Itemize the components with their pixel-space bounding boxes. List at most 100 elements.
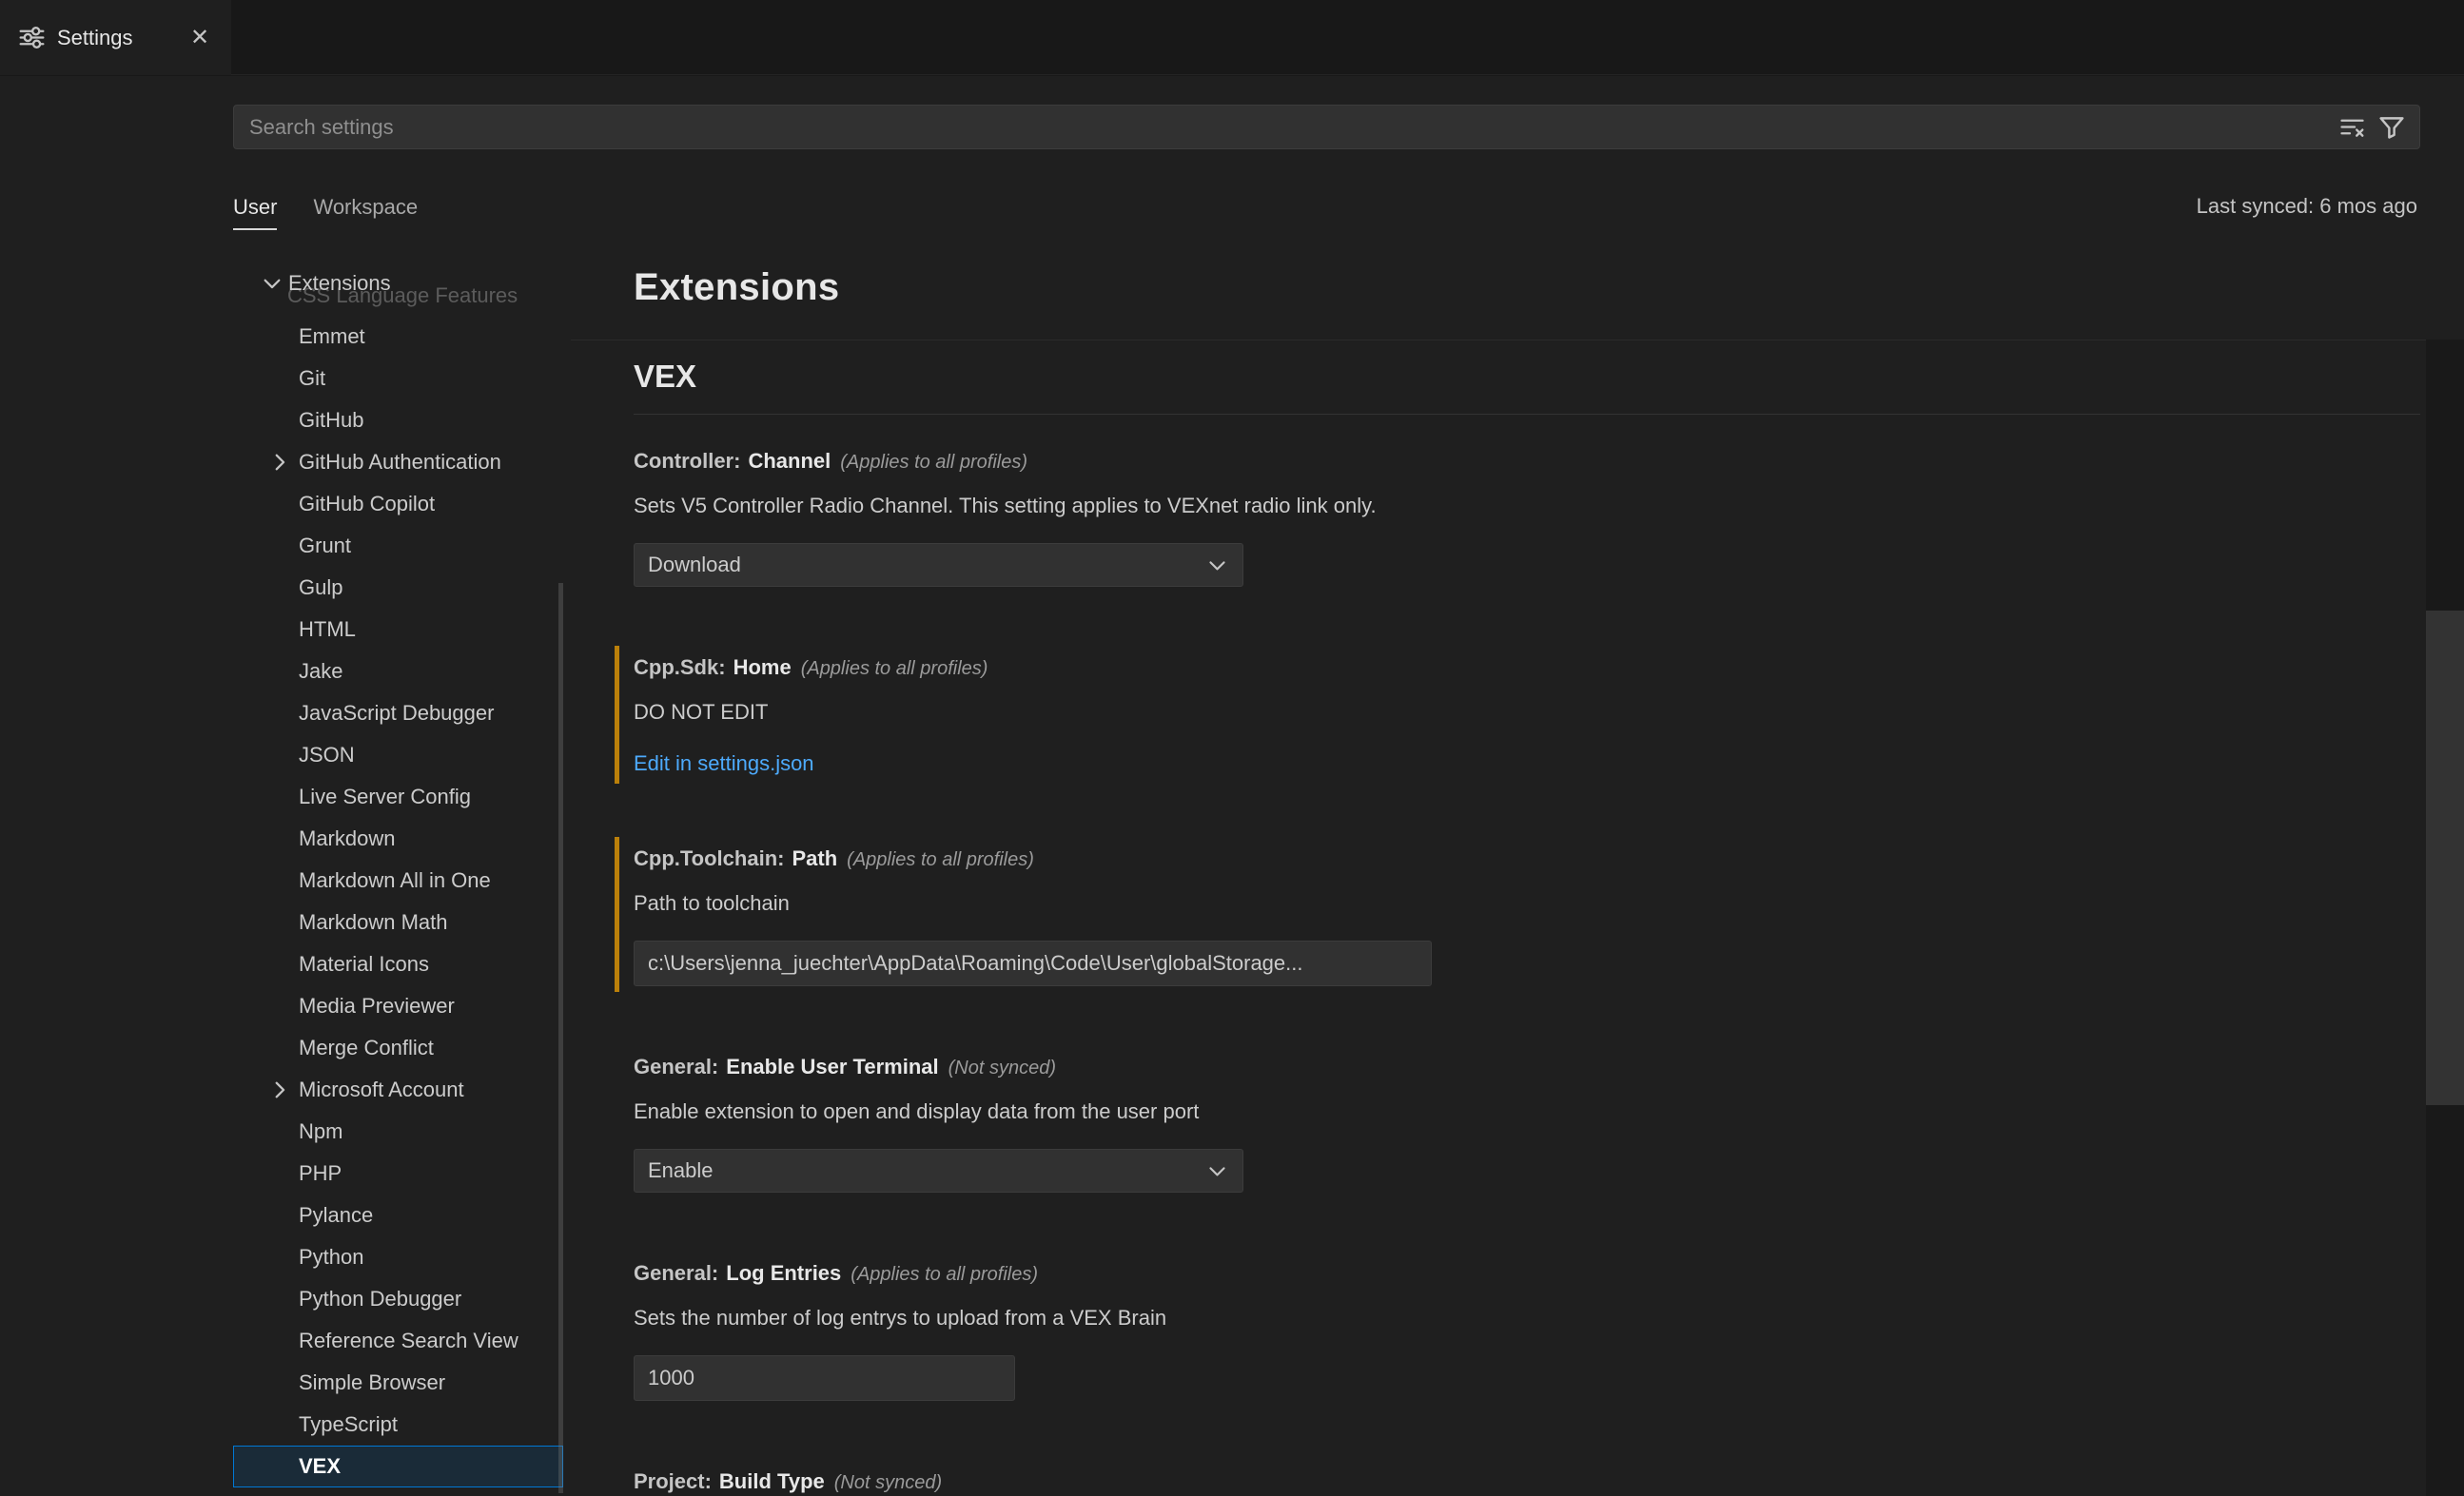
toc-item-label: JavaScript Debugger xyxy=(299,701,494,726)
toc-item-merge-conflict[interactable]: Merge Conflict xyxy=(233,1027,563,1069)
clear-filters-icon[interactable] xyxy=(2334,109,2370,146)
toc-item-label: GitHub Copilot xyxy=(299,492,435,516)
toc-scrollbar[interactable] xyxy=(558,583,563,1493)
last-synced-label: Last synced: 6 mos ago xyxy=(2197,183,2417,230)
toc-item-jake[interactable]: Jake xyxy=(233,651,563,692)
setting-dropdown[interactable]: Enable xyxy=(634,1149,1243,1193)
tab-settings[interactable]: Settings ✕ xyxy=(0,0,231,75)
toc-item-pylance[interactable]: Pylance xyxy=(233,1195,563,1236)
setting-text-input[interactable] xyxy=(634,941,1432,986)
toc-item-vex[interactable]: VEX xyxy=(233,1446,563,1487)
toc-item-label: Gulp xyxy=(299,575,342,600)
tab-user[interactable]: User xyxy=(233,183,277,230)
toc-item-emmet[interactable]: Emmet xyxy=(233,316,563,358)
setting-key: Enable User Terminal xyxy=(726,1055,938,1078)
setting-entry: General: Enable User Terminal (Not synced)… xyxy=(634,1053,2420,1193)
toc-item-label: Material Icons xyxy=(299,952,429,977)
setting-entry: Cpp.Toolchain:Path(Applies to all profil… xyxy=(634,845,2420,986)
setting-key: Home xyxy=(733,655,792,679)
page-title: Extensions xyxy=(634,266,839,309)
toc-item-media-previewer[interactable]: Media Previewer xyxy=(233,985,563,1027)
toc-item-npm[interactable]: Npm xyxy=(233,1111,563,1153)
toc-item-label: PHP xyxy=(299,1161,342,1186)
toc-item-gulp[interactable]: Gulp xyxy=(233,567,563,609)
close-icon[interactable]: ✕ xyxy=(184,22,216,54)
toc-item-label: GitHub Authentication xyxy=(299,450,501,475)
chevron-down-icon xyxy=(1205,554,1229,577)
setting-title: Cpp.Toolchain:Path(Applies to all profil… xyxy=(634,845,2420,874)
setting-scope: (Applies to all profiles) xyxy=(840,452,1027,473)
toc-item-javascript-debugger[interactable]: JavaScript Debugger xyxy=(233,692,563,734)
setting-description: DO NOT EDIT xyxy=(634,698,2420,727)
toc-item-markdown[interactable]: Markdown xyxy=(233,818,563,860)
tab-workspace[interactable]: Workspace xyxy=(313,183,418,230)
setting-control xyxy=(634,1355,2420,1401)
setting-text-input[interactable] xyxy=(634,1355,1015,1401)
toc-item-label: TypeScript xyxy=(299,1412,398,1437)
setting-control: Enable xyxy=(634,1149,2420,1193)
toc-item-microsoft-account[interactable]: Microsoft Account xyxy=(233,1069,563,1111)
setting-description: Path to toolchain xyxy=(634,889,2420,918)
toc-item-reference-search-view[interactable]: Reference Search View xyxy=(233,1320,563,1362)
dropdown-value: Download xyxy=(648,553,741,577)
toc-item-label: Simple Browser xyxy=(299,1370,445,1395)
toc-item-github[interactable]: GitHub xyxy=(233,399,563,441)
toc-item-html[interactable]: HTML xyxy=(233,609,563,651)
setting-description: Sets V5 Controller Radio Channel. This s… xyxy=(634,492,2420,520)
toc-item-github-copilot[interactable]: GitHub Copilot xyxy=(233,483,563,525)
toc-item-label: Reference Search View xyxy=(299,1329,518,1353)
section-title: VEX xyxy=(634,356,2420,398)
edit-in-settings-json-link[interactable]: Edit in settings.json xyxy=(634,749,814,778)
setting-scope: (Applies to all profiles) xyxy=(801,658,988,679)
setting-category: Project: xyxy=(634,1469,712,1493)
toc-item-typescript[interactable]: TypeScript xyxy=(233,1404,563,1446)
toc-item-label: JSON xyxy=(299,743,355,767)
setting-scope: (Not synced) xyxy=(948,1058,1056,1078)
dropdown-value: Enable xyxy=(648,1158,714,1183)
toc-item-json[interactable]: JSON xyxy=(233,734,563,776)
setting-category: General: xyxy=(634,1261,718,1285)
setting-title: General: Log Entries (Applies to all profi… xyxy=(634,1259,2420,1289)
settings-sliders-icon xyxy=(19,25,45,50)
toc-item-grunt[interactable]: Grunt xyxy=(233,525,563,567)
toc-item-label: Jake xyxy=(299,659,342,684)
toc-group-extensions[interactable]: Extensions xyxy=(233,262,563,304)
setting-description: Sets the number of log entrys to upload … xyxy=(634,1304,2420,1332)
toc-item-php[interactable]: PHP xyxy=(233,1153,563,1195)
toc-item-label: Grunt xyxy=(299,534,351,558)
toc-item-label: Python Debugger xyxy=(299,1287,461,1311)
chevron-right-icon xyxy=(267,450,292,475)
toc-group-label: Extensions xyxy=(288,271,391,296)
toc-item-label: Live Server Config xyxy=(299,785,471,809)
setting-entry: Cpp.Sdk: Home (Applies to all profiles) DO… xyxy=(634,653,2420,778)
chevron-right-icon xyxy=(267,1078,292,1102)
setting-category: Controller: xyxy=(634,449,740,473)
toc-item-material-icons[interactable]: Material Icons xyxy=(233,943,563,985)
toc-item-github-authentication[interactable]: GitHub Authentication xyxy=(233,441,563,483)
setting-dropdown[interactable]: Download xyxy=(634,543,1243,587)
setting-entry: Project:Build Type(Not synced) xyxy=(634,1467,2420,1496)
vscode-window: Settings ✕ User Workspace Last xyxy=(0,0,2464,1496)
setting-scope: (Applies to all profiles) xyxy=(847,849,1034,870)
toc-item-git[interactable]: Git xyxy=(233,358,563,399)
toc-item-markdown-all-in-one[interactable]: Markdown All in One xyxy=(233,860,563,902)
toc-item-live-server-config[interactable]: Live Server Config xyxy=(233,776,563,818)
toc-item-python[interactable]: Python xyxy=(233,1236,563,1278)
scrollbar-thumb[interactable] xyxy=(2426,611,2464,1105)
setting-category: General: xyxy=(634,1055,718,1078)
toc-item-label: Markdown All in One xyxy=(299,868,491,893)
chevron-down-icon xyxy=(1205,1159,1229,1183)
setting-title: Project:Build Type(Not synced) xyxy=(634,1467,2420,1496)
toc-item-python-debugger[interactable]: Python Debugger xyxy=(233,1278,563,1320)
search-input[interactable] xyxy=(249,115,2330,140)
toc-item-simple-browser[interactable]: Simple Browser xyxy=(233,1362,563,1404)
toc-item-label: Pylance xyxy=(299,1203,373,1228)
setting-key: Log Entries xyxy=(726,1261,841,1285)
setting-scope: (Applies to all profiles) xyxy=(851,1264,1038,1285)
filter-icon[interactable] xyxy=(2374,109,2410,146)
setting-category: Cpp.Sdk: xyxy=(634,655,726,679)
editor-tab-bar: Settings ✕ xyxy=(0,0,2464,75)
toc-item-markdown-math[interactable]: Markdown Math xyxy=(233,902,563,943)
tab-label: Settings xyxy=(57,26,171,50)
section-divider xyxy=(634,414,2420,415)
